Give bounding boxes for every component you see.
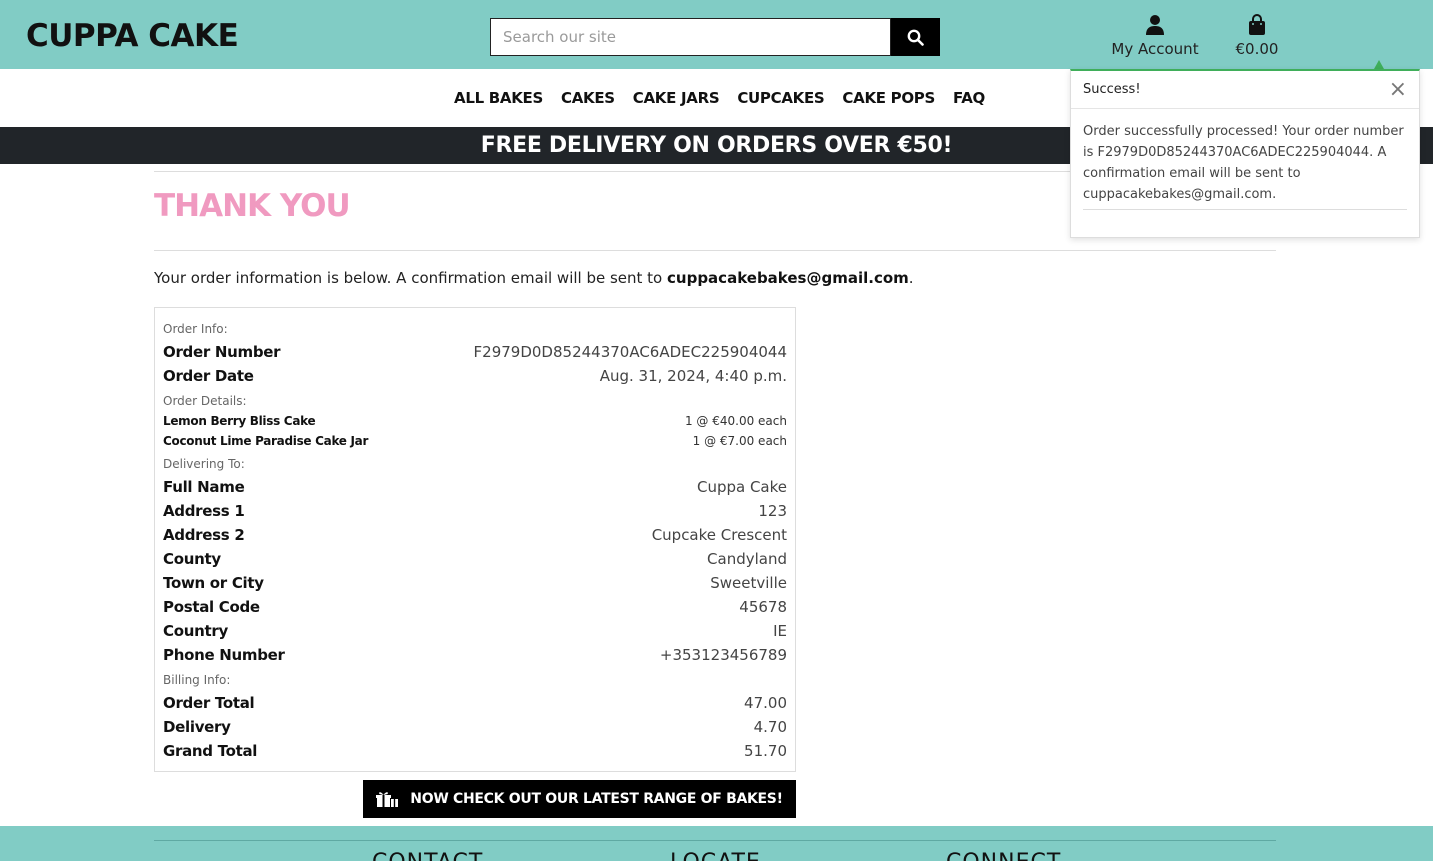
brand-logo[interactable]: CUPPA CAKE (26, 18, 239, 54)
shop-bakes-label: NOW CHECK OUT OUR LATEST RANGE OF BAKES! (410, 791, 783, 807)
close-icon[interactable]: × (1389, 78, 1407, 101)
intro-text: Your order information is below. A confi… (154, 269, 668, 287)
order-item-row: Coconut Lime Paradise Cake Jar 1 @ €7.00… (163, 434, 787, 448)
order-date-row: Order Date Aug. 31, 2024, 4:40 p.m. (163, 367, 787, 385)
order-summary-card: Order Info: Order Number F2979D0D8524437… (154, 307, 796, 772)
shopping-bag-link[interactable]: €0.00 (1232, 14, 1282, 58)
billing-value: 47.00 (744, 694, 787, 712)
delivery-row: Postal Code 45678 (163, 598, 787, 616)
delivery-label: Phone Number (163, 646, 285, 664)
order-number-row: Order Number F2979D0D85244370AC6ADEC2259… (163, 343, 787, 361)
toast-header: Success! × (1071, 71, 1419, 109)
billing-value: 4.70 (753, 718, 787, 736)
delivery-label: Postal Code (163, 598, 260, 616)
delivery-label: Address 2 (163, 526, 245, 544)
delivery-value: Candyland (707, 550, 787, 568)
delivery-row: Address 2 Cupcake Crescent (163, 526, 787, 544)
nav-cupcakes[interactable]: CUPCAKES (737, 89, 824, 107)
billing-label: Delivery (163, 718, 231, 736)
intro-end: . (908, 269, 914, 287)
delivery-label: Country (163, 622, 228, 640)
delivering-heading: Delivering To: (163, 457, 245, 471)
my-account-label: My Account (1111, 40, 1199, 58)
gift-icon (376, 791, 399, 807)
nav-all-bakes[interactable]: ALL BAKES (454, 89, 543, 107)
delivery-label: Full Name (163, 478, 245, 496)
shop-bakes-button[interactable]: NOW CHECK OUT OUR LATEST RANGE OF BAKES! (363, 780, 796, 818)
footer-heading-contact: CONTACT (372, 850, 483, 861)
delivery-label: County (163, 550, 221, 568)
user-icon (1146, 15, 1164, 35)
delivery-value: Cuppa Cake (696, 478, 787, 496)
page-title: THANK YOU (154, 188, 351, 224)
toast-body: Order successfully processed! Your order… (1071, 109, 1419, 210)
footer-heading-locate: LOCATE (670, 850, 761, 861)
delivery-row: Country IE (163, 622, 787, 640)
billing-row: Order Total 47.00 (163, 694, 787, 712)
top-header: CUPPA CAKE My Account €0.00 (0, 0, 1433, 69)
delivery-value: 45678 (739, 598, 787, 616)
order-item-qty: 1 @ €7.00 each (692, 434, 787, 448)
order-item-qty: 1 @ €40.00 each (684, 414, 787, 428)
footer-divider (154, 840, 1276, 841)
billing-heading: Billing Info: (163, 673, 231, 687)
delivery-row: County Candyland (163, 550, 787, 568)
delivery-row: Phone Number +353123456789 (163, 646, 787, 664)
billing-value: 51.70 (744, 742, 787, 760)
search-input[interactable] (490, 18, 891, 56)
delivery-row: Town or City Sweetville (163, 574, 787, 592)
delivery-row: Full Name Cuppa Cake (163, 478, 787, 496)
toast-arrow (1374, 60, 1384, 69)
delivery-row: Address 1 123 (163, 502, 787, 520)
billing-label: Grand Total (163, 742, 258, 760)
success-toast: Success! × Order successfully processed!… (1070, 69, 1420, 238)
bag-total: €0.00 (1235, 40, 1279, 58)
divider (154, 250, 1276, 251)
order-item-name: Lemon Berry Bliss Cake (163, 414, 316, 428)
delivery-label: Address 1 (163, 502, 245, 520)
nav-cake-pops[interactable]: CAKE POPS (842, 89, 935, 107)
footer: CONTACT LOCATE CONNECT (0, 826, 1433, 861)
order-item-row: Lemon Berry Bliss Cake 1 @ €40.00 each (163, 414, 787, 428)
nav-cake-jars[interactable]: CAKE JARS (633, 89, 720, 107)
order-info-heading: Order Info: (163, 322, 228, 336)
toast-message: Order successfully processed! Your order… (1083, 121, 1407, 210)
order-number-value: F2979D0D85244370AC6ADEC225904044 (473, 343, 787, 361)
search-button[interactable] (891, 18, 940, 56)
delivery-value: Cupcake Crescent (651, 526, 787, 544)
billing-label: Order Total (163, 694, 255, 712)
order-details-heading: Order Details: (163, 394, 247, 408)
search-form (490, 18, 940, 56)
shopping-bag-icon (1249, 14, 1265, 35)
billing-row: Grand Total 51.70 (163, 742, 787, 760)
order-date-value: Aug. 31, 2024, 4:40 p.m. (599, 367, 787, 385)
nav-cakes[interactable]: CAKES (561, 89, 615, 107)
delivery-label: Town or City (163, 574, 264, 592)
search-icon (907, 29, 924, 46)
delivery-value: IE (773, 622, 787, 640)
order-intro: Your order information is below. A confi… (154, 269, 914, 287)
delivery-value: Sweetville (710, 574, 787, 592)
toast-title: Success! (1083, 82, 1141, 97)
delivery-value: 123 (758, 502, 787, 520)
intro-email: cuppacakebakes@gmail.com (667, 269, 909, 287)
order-item-name: Coconut Lime Paradise Cake Jar (163, 434, 369, 448)
order-number-label: Order Number (163, 343, 281, 361)
footer-heading-connect: CONNECT (946, 850, 1061, 861)
billing-row: Delivery 4.70 (163, 718, 787, 736)
nav-faq[interactable]: FAQ (953, 89, 985, 107)
delivery-value: +353123456789 (659, 646, 787, 664)
order-date-label: Order Date (163, 367, 254, 385)
my-account-link[interactable]: My Account (1110, 14, 1200, 58)
